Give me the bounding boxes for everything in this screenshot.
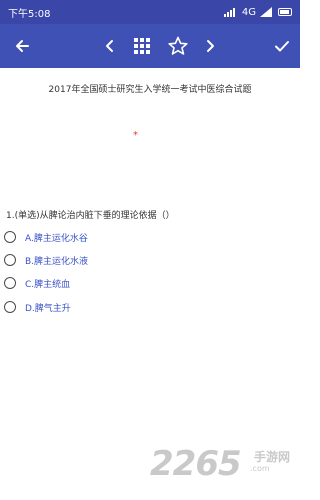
grid-icon [134, 38, 150, 54]
back-button[interactable] [4, 24, 40, 68]
battery-icon [278, 8, 292, 16]
check-icon [275, 41, 289, 52]
radio-button[interactable] [4, 254, 16, 266]
toolbar [0, 24, 300, 68]
arrow-left-icon [16, 40, 29, 52]
watermark-domain: .com [250, 464, 270, 473]
exam-title: 2017年全国硕士研究生入学统一考试中医综合试题 [48, 85, 252, 95]
watermark-suffix: 手游网 [254, 450, 291, 464]
required-mark: * [133, 130, 138, 141]
status-time: 下午5:08 [8, 8, 51, 20]
option-label: C.脾主统血 [25, 279, 71, 290]
chevron-right-icon [207, 40, 214, 52]
next-question-button[interactable] [192, 24, 228, 68]
watermark-brand: 2265 [150, 444, 242, 484]
radio-button[interactable] [4, 231, 16, 243]
watermark-logo: 2265 手游网 .com [150, 444, 296, 494]
question-text: 1.(单选)从脾论治内脏下垂的理论依据（） [6, 211, 175, 221]
network-type: 4G [241, 6, 256, 18]
option-a[interactable]: A.脾主运化水谷 [4, 227, 264, 247]
chevron-left-icon [106, 40, 113, 52]
option-label: B.脾主运化水液 [25, 256, 89, 267]
option-label: D.脾气主升 [25, 303, 71, 314]
option-c[interactable]: C.脾主统血 [4, 273, 264, 293]
option-d[interactable]: D.脾气主升 [4, 297, 264, 317]
radio-button[interactable] [4, 277, 16, 289]
radio-button[interactable] [4, 301, 16, 313]
star-outline-icon [168, 36, 188, 55]
previous-question-button[interactable] [92, 24, 128, 68]
option-b[interactable]: B.脾主运化水液 [4, 250, 264, 270]
option-label: A.脾主运化水谷 [25, 233, 88, 244]
status-bar: 下午5:08 4G [0, 0, 300, 24]
question-grid-button[interactable] [124, 24, 160, 68]
favorite-button[interactable] [160, 24, 196, 68]
status-indicators: 4G [223, 6, 292, 18]
signal-icon [223, 8, 235, 17]
question-content: 2017年全国硕士研究生入学统一考试中医综合试题 * 1.(单选)从脾论治内脏下… [0, 68, 300, 500]
cell-signal-icon [260, 7, 272, 17]
submit-button[interactable] [264, 24, 300, 68]
